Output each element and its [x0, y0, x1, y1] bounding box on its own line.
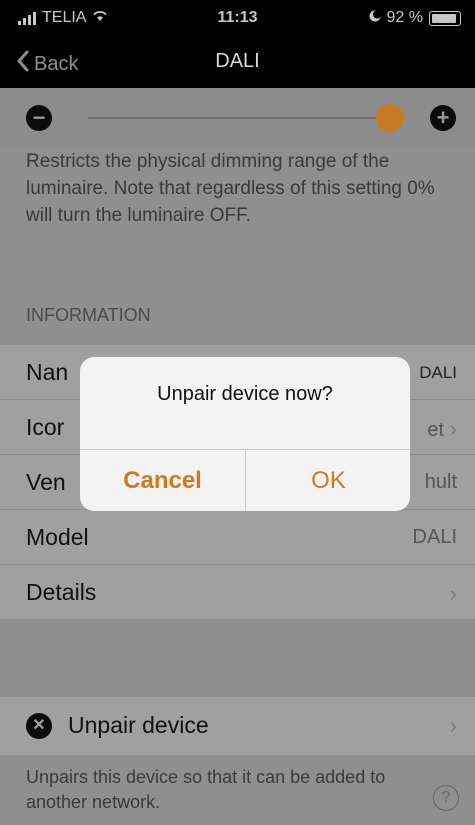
info-row-value: hult — [424, 471, 457, 493]
info-row-label: Details — [26, 579, 97, 605]
section-header-information: INFORMATION — [26, 305, 151, 325]
dimming-slider-row: − + — [0, 88, 475, 148]
page-title: DALI — [215, 50, 260, 72]
minus-icon[interactable]: − — [26, 105, 52, 131]
chevron-right-icon: › — [449, 416, 457, 441]
battery-icon — [429, 10, 461, 26]
battery-percent: 92 % — [386, 9, 423, 26]
status-bar: TELIA 11:13 92 % — [0, 0, 475, 36]
unpair-device-row[interactable]: ✕ Unpair device › — [0, 697, 475, 755]
slider-thumb[interactable] — [376, 104, 404, 132]
dimming-description: Restricts the physical dimming range of … — [26, 151, 435, 226]
help-icon[interactable]: ? — [433, 785, 459, 811]
info-row-label: Icor — [26, 414, 65, 440]
battery-info: 92 % — [369, 9, 461, 27]
plus-icon[interactable]: + — [430, 105, 456, 131]
slider-track[interactable] — [88, 117, 388, 119]
info-row-label: Nan — [26, 359, 69, 385]
unpair-device-label: Unpair device — [68, 712, 209, 738]
ok-button[interactable]: OK — [246, 450, 410, 511]
close-icon: ✕ — [26, 713, 52, 739]
info-row-value: › — [450, 581, 457, 607]
moon-icon — [369, 9, 381, 27]
info-row-model[interactable]: Model DALI — [0, 510, 475, 565]
unpair-confirm-dialog: Unpair device now? Cancel OK — [80, 357, 410, 511]
cancel-button[interactable]: Cancel — [80, 450, 245, 511]
info-row-value: et › — [427, 416, 457, 441]
navigation-bar: Back DALI — [0, 36, 475, 88]
chevron-right-icon: › — [449, 581, 457, 606]
chevron-right-icon: › — [449, 713, 457, 738]
info-row-label: Model — [26, 524, 89, 550]
info-row-details[interactable]: Details › — [0, 565, 475, 620]
info-row-value: DALI — [419, 363, 457, 382]
info-row-label: Ven — [26, 469, 66, 495]
dialog-message: Unpair device now? — [157, 383, 333, 405]
unpair-description: Unpairs this device so that it can be ad… — [26, 767, 386, 812]
info-row-value: DALI — [412, 526, 457, 548]
